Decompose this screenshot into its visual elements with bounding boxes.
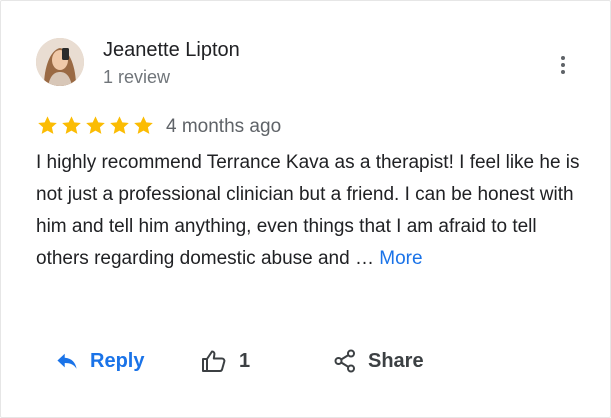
author-name[interactable]: Jeanette Lipton bbox=[103, 39, 240, 62]
star-icon bbox=[86, 116, 105, 134]
star-icon bbox=[62, 116, 81, 134]
share-icon bbox=[334, 349, 355, 373]
star-rating bbox=[36, 114, 155, 138]
star-icon bbox=[134, 116, 153, 134]
star-icon bbox=[110, 116, 129, 134]
avatar-photo bbox=[36, 38, 84, 86]
review-text: I highly recommend Terrance Kava as a th… bbox=[36, 147, 586, 275]
review-body: I highly recommend Terrance Kava as a th… bbox=[36, 152, 580, 269]
reply-label: Reply bbox=[90, 349, 145, 372]
more-vert-icon[interactable] bbox=[551, 51, 575, 79]
thumbs-up-icon bbox=[202, 350, 226, 372]
like-button[interactable]: 1 bbox=[201, 341, 250, 381]
like-count: 1 bbox=[239, 349, 251, 372]
star-icon bbox=[38, 116, 57, 134]
review-date: 4 months ago bbox=[166, 116, 282, 137]
more-link[interactable]: More bbox=[379, 248, 422, 269]
share-button[interactable]: Share bbox=[334, 341, 424, 381]
reply-button[interactable]: Reply bbox=[56, 341, 144, 381]
review-card: Jeanette Lipton 1 review 4 months ago I … bbox=[0, 0, 611, 418]
avatar[interactable] bbox=[36, 38, 84, 86]
author-review-count: 1 review bbox=[103, 67, 171, 87]
share-label: Share bbox=[368, 349, 424, 372]
reply-arrow-icon bbox=[57, 353, 77, 369]
